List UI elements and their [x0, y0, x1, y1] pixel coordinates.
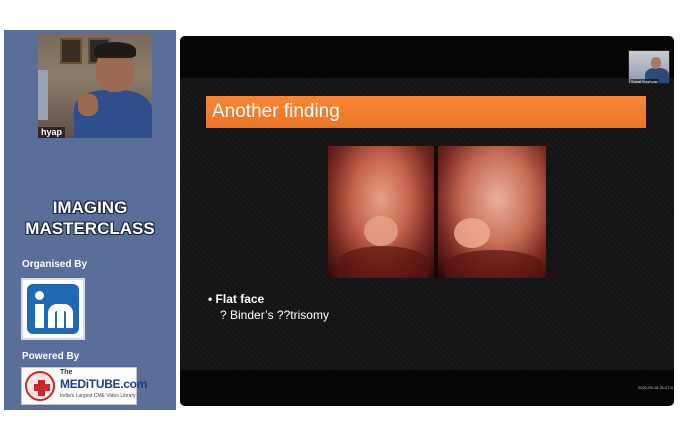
- bullet-1-text: Flat face: [215, 292, 265, 306]
- slide-title: Another finding: [212, 101, 340, 122]
- fetal-shadow-right: [446, 250, 542, 278]
- letterbox-top: [180, 36, 674, 78]
- im-logo-i-stem: [35, 304, 44, 328]
- participant-name-label: Sonal Kashyap: [630, 79, 659, 84]
- medical-cross-icon: [25, 371, 55, 401]
- meditube-prefix: The: [60, 369, 73, 376]
- speaker-hair: [94, 42, 136, 58]
- webcam-name-label: hyap: [38, 127, 66, 138]
- organised-by-label: Organised By: [22, 259, 88, 270]
- wall-frame: [60, 38, 82, 64]
- fetal-ultrasound-image: [328, 146, 546, 278]
- im-logo-icon: [21, 278, 85, 340]
- masterclass-title-line1: IMAGING: [52, 198, 128, 217]
- recording-timestamp: 2020-09-18 21:27:0: [638, 385, 673, 390]
- participant-head: [651, 57, 661, 69]
- slide-title-bar: Another finding: [206, 96, 646, 128]
- masterclass-title-line2: MASTERCLASS: [25, 219, 155, 238]
- shared-screen-panel[interactable]: Sonal Kashyap Another finding • Flat fac…: [178, 34, 676, 408]
- shared-screen-content: Sonal Kashyap Another finding • Flat fac…: [180, 36, 674, 406]
- slide-bullet-binders: ? Binder’s ??trisomy: [220, 308, 329, 322]
- participant-thumbnail-video[interactable]: Sonal Kashyap: [628, 50, 670, 84]
- im-logo-dot: [35, 291, 44, 300]
- cross-horizontal: [34, 384, 50, 391]
- fetal-face-right: [454, 218, 490, 248]
- wall-poster: [38, 70, 48, 120]
- meditube-logo: The MEDiTUBE.com India's Largest CME Vid…: [21, 367, 147, 405]
- slide-bullet-flat-face: • Flat face: [208, 292, 265, 306]
- ultrasound-divider: [434, 146, 438, 278]
- video-conference-view: hyap IMAGING MASTERCLASS Organised By Po…: [0, 30, 680, 410]
- speaker-webcam-video[interactable]: [38, 34, 152, 138]
- meditube-name: MEDiTUBE.com: [60, 377, 148, 391]
- fetal-face-left: [364, 216, 398, 246]
- im-logo-badge: [27, 284, 79, 334]
- letterbox-bottom: [180, 370, 674, 406]
- powered-by-label: Powered By: [22, 351, 80, 362]
- sidebar-panel: hyap IMAGING MASTERCLASS Organised By Po…: [4, 30, 176, 410]
- meditube-tagline: India's Largest CME Video Library: [60, 393, 136, 399]
- fetal-shadow-left: [338, 246, 428, 278]
- im-logo-m-mid: [57, 310, 64, 328]
- speaker-hand: [78, 94, 98, 116]
